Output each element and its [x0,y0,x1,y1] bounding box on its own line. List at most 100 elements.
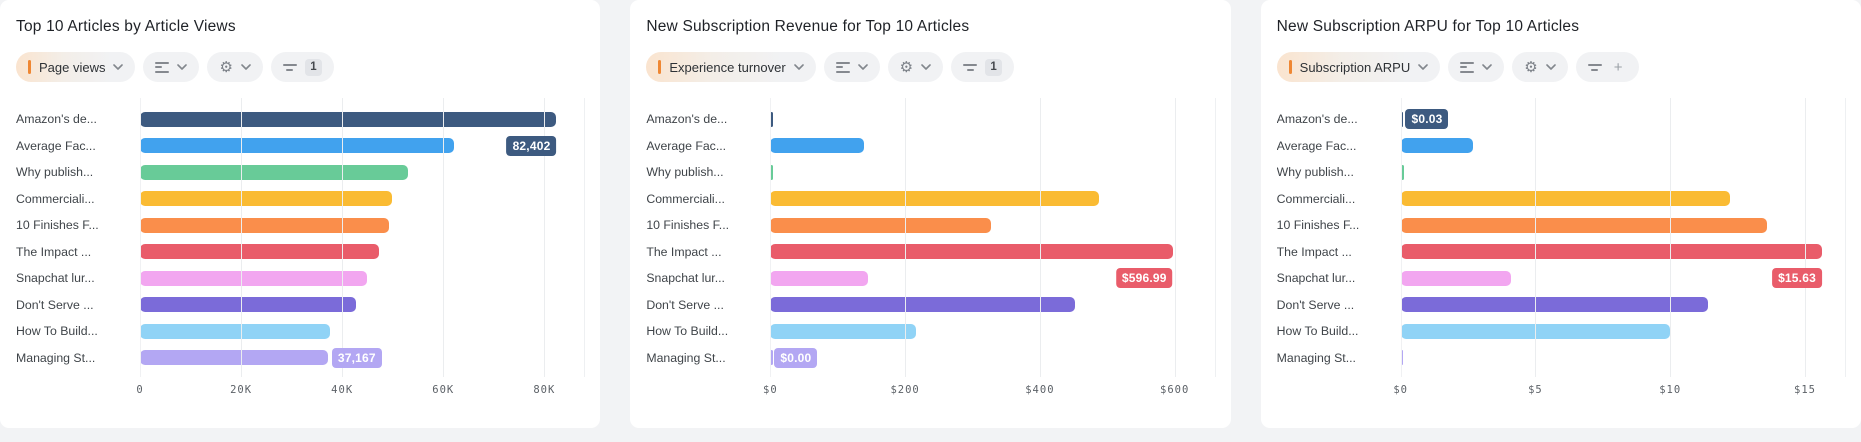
bar[interactable] [140,218,389,233]
chart-card: New Subscription Revenue for Top 10 Arti… [630,0,1230,428]
gear-icon: ⚙ [900,60,913,75]
dashboard: Top 10 Articles by Article Views Page vi… [0,0,1861,428]
gridline [905,98,906,377]
metric-label: Experience turnover [669,60,785,75]
y-axis-label: Managing St... [646,345,770,372]
plot-right-border [584,98,585,377]
y-axis-label: Why publish... [16,159,140,186]
x-axis-tick-label: $0 [1393,384,1408,396]
bar[interactable] [140,112,556,127]
y-axis-label: 10 Finishes F... [16,212,140,239]
sort-select[interactable] [143,52,199,82]
chart-title: Top 10 Articles by Article Views [16,18,584,36]
bar[interactable] [1401,271,1512,286]
chart-toolbar: Experience turnover ⚙ 1 [646,52,1214,82]
metric-select[interactable]: Page views [16,52,135,82]
filter-count-badge: 1 [985,59,1002,76]
gridline [342,98,343,377]
bar-row [1401,292,1845,319]
y-axis-label: How To Build... [646,318,770,345]
metric-label: Subscription ARPU [1300,60,1411,75]
bar[interactable] [140,244,379,259]
bar[interactable] [1401,138,1474,153]
x-axis-spacer [646,377,770,403]
metric-select[interactable]: Experience turnover [646,52,815,82]
bar-row [770,106,1214,133]
x-axis-tick-label: $400 [1025,384,1054,396]
bar[interactable] [140,271,367,286]
gridline [1670,98,1671,377]
bar-row [1401,318,1845,345]
bar[interactable] [140,297,356,312]
bar[interactable] [1401,191,1730,206]
y-axis-label: Why publish... [646,159,770,186]
bar[interactable] [1401,244,1822,259]
chevron-down-icon [921,64,931,70]
bar-row [1401,345,1845,372]
y-axis-label: The Impact ... [16,239,140,266]
filter-lines-icon [1588,64,1602,71]
y-axis-label: Snapchat lur... [1277,265,1401,292]
x-axis-tick-label: 80K [533,384,555,396]
x-axis: $0$5$10$15 [1277,377,1845,403]
gridline [443,98,444,377]
gear-icon: ⚙ [219,60,232,75]
y-axis-label: Commerciali... [1277,186,1401,213]
bar-row [140,292,584,319]
chart-toolbar: Subscription ARPU ⚙ + [1277,52,1845,82]
filter-button[interactable]: 1 [271,52,334,82]
value-badge: $0.03 [1405,109,1448,129]
x-axis-tick-label: 60K [432,384,454,396]
plot-area: 82,40237,167 [140,98,584,377]
bar-row [140,106,584,133]
y-axis-label: 10 Finishes F... [646,212,770,239]
bar[interactable] [140,191,392,206]
bar-row [770,133,1214,160]
gridline [140,98,141,377]
sort-select[interactable] [824,52,880,82]
bar[interactable] [1401,218,1768,233]
filter-button[interactable]: 1 [951,52,1014,82]
metric-color-marker [658,60,661,74]
chevron-down-icon [1482,64,1492,70]
bar-row [770,345,1214,372]
bar[interactable] [770,138,864,153]
value-badge: $15.63 [1772,268,1822,288]
chevron-down-icon [177,64,187,70]
filter-button[interactable]: + [1576,52,1639,82]
bar-row [770,159,1214,186]
bar[interactable] [140,324,330,339]
value-badge: $0.00 [774,348,817,368]
bar[interactable] [770,191,1098,206]
gridline [1401,98,1402,377]
bar[interactable] [140,165,408,180]
sort-lines-icon [155,62,169,73]
y-axis-label: Amazon's de... [646,106,770,133]
bar[interactable] [770,324,916,339]
bar[interactable] [770,297,1075,312]
bar-row [140,239,584,266]
bar-row [1401,106,1845,133]
metric-select[interactable]: Subscription ARPU [1277,52,1441,82]
bar[interactable] [770,271,868,286]
bar-row [770,212,1214,239]
metric-color-marker [28,60,31,74]
y-axis-label: Commerciali... [646,186,770,213]
bar[interactable] [770,244,1172,259]
bar-row [140,318,584,345]
bar[interactable] [770,218,991,233]
settings-select[interactable]: ⚙ [1512,52,1567,82]
x-axis: $0$200$400$600 [646,377,1214,403]
y-axis-label: Average Fac... [646,133,770,160]
settings-select[interactable]: ⚙ [207,52,262,82]
bar[interactable] [1401,297,1708,312]
sort-select[interactable] [1448,52,1504,82]
settings-select[interactable]: ⚙ [888,52,943,82]
plot-area: $0.03 $15.63 [1401,98,1845,377]
bar-row [770,186,1214,213]
chevron-down-icon [1546,64,1556,70]
bar[interactable] [140,350,328,365]
y-axis-label: How To Build... [16,318,140,345]
bar[interactable] [140,138,454,153]
chart-title: New Subscription Revenue for Top 10 Arti… [646,18,1214,36]
